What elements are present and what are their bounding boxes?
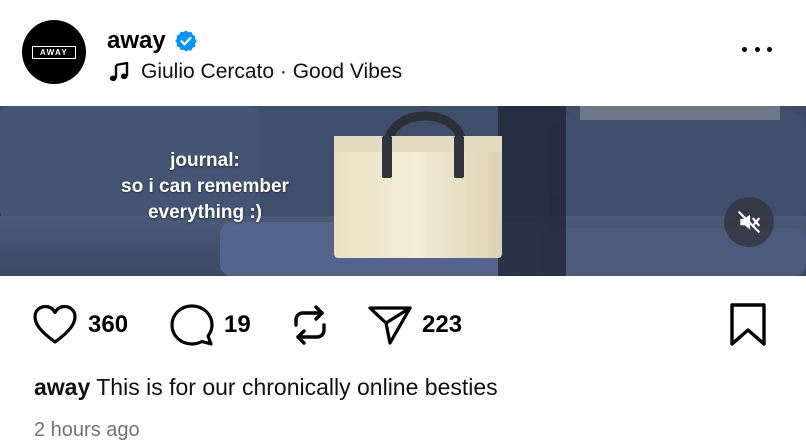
- action-bar: 360 19 223: [0, 290, 806, 360]
- post-header: AWAY away Giulio Cercato · Good Vibes: [0, 0, 806, 106]
- volume-muted-icon[interactable]: [724, 197, 774, 247]
- overlay-line: journal:: [170, 150, 240, 171]
- bookmark-icon: [730, 303, 766, 346]
- audio-row[interactable]: Giulio Cercato · Good Vibes: [107, 58, 402, 86]
- repost-icon: [294, 305, 326, 345]
- brand-logo: AWAY: [32, 45, 76, 59]
- username-row: away: [107, 24, 198, 58]
- caption-text: This is for our chronically online besti…: [96, 374, 498, 400]
- overlay-line: so i can remember: [121, 176, 289, 197]
- more-dot: [767, 46, 772, 52]
- heart-icon: [33, 304, 77, 344]
- bookmark-button[interactable]: [726, 302, 770, 348]
- comment-count[interactable]: 19: [224, 311, 251, 339]
- share-count[interactable]: 223: [422, 311, 462, 339]
- like-count[interactable]: 360: [88, 311, 128, 339]
- post-caption: away This is for our chronically online …: [34, 372, 498, 402]
- like-button[interactable]: 360: [32, 290, 128, 360]
- repost-button[interactable]: [290, 290, 330, 360]
- post-media[interactable]: journal: so i can remember everything :): [0, 106, 806, 276]
- comment-button[interactable]: 19: [170, 290, 251, 360]
- more-options-icon[interactable]: [742, 42, 772, 56]
- more-dot: [754, 46, 760, 52]
- share-button[interactable]: 223: [368, 290, 462, 360]
- post-timestamp: 2 hours ago: [34, 419, 140, 441]
- audio-label: Giulio Cercato · Good Vibes: [141, 60, 403, 83]
- music-note-icon: [107, 60, 131, 84]
- overlay-caption: journal: so i can remember everything :): [100, 148, 310, 226]
- comment-icon: [170, 304, 214, 346]
- send-icon: [368, 306, 412, 345]
- avatar[interactable]: AWAY: [22, 20, 86, 84]
- verified-badge-icon: [174, 29, 198, 53]
- more-dot: [742, 46, 747, 52]
- overlay-line: everything :): [147, 202, 263, 223]
- username[interactable]: away: [107, 27, 166, 55]
- caption-username[interactable]: away: [34, 374, 90, 400]
